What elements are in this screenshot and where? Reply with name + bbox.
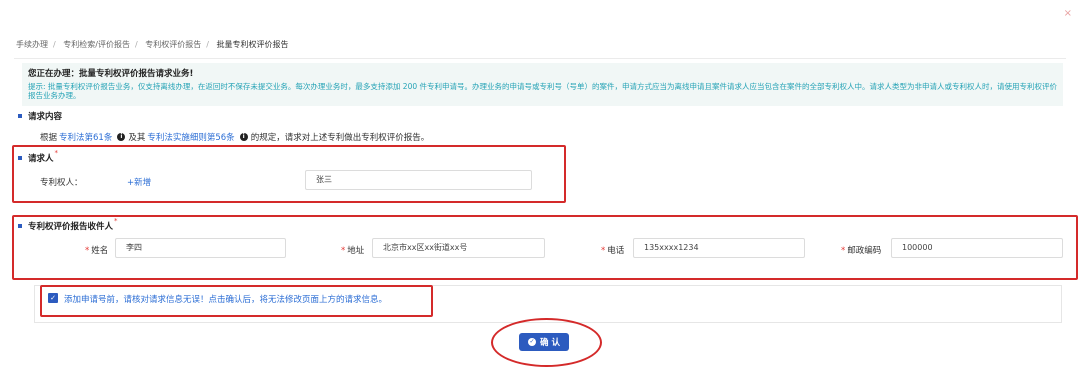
name-field[interactable]: 李四: [115, 238, 286, 258]
law-link-61[interactable]: 专利法第61条: [59, 131, 112, 143]
section-title: 请求内容: [28, 112, 63, 122]
notice-title: 您正在办理：批量专利权评价报告请求业务!: [28, 69, 194, 79]
address-field[interactable]: 北京市xx区xx街道xx号: [372, 238, 545, 258]
phone-field[interactable]: 135xxxx1234: [633, 238, 805, 258]
confirm-checkbox[interactable]: ✓: [48, 293, 58, 303]
law-link-56[interactable]: 专利法实施细则第56条: [147, 131, 234, 143]
breadcrumb-current: 批量专利权评价报告: [216, 40, 289, 49]
postcode-label: * 邮政编码: [841, 246, 882, 256]
section-request-content: 请求内容: [18, 110, 62, 122]
divider: [14, 58, 1066, 59]
add-patentee-button[interactable]: +新增: [127, 176, 151, 188]
law-middle: 及其: [128, 133, 146, 143]
section-marker-icon: [18, 224, 22, 228]
confirm-button[interactable]: ✓ 确 认: [519, 333, 569, 351]
section-title: 请求人: [28, 154, 54, 164]
section-marker-icon: [18, 114, 22, 118]
section-title: 专利权评价报告收件人: [28, 222, 114, 232]
name-label: * 姓名: [85, 246, 109, 256]
section-marker-icon: [18, 156, 22, 160]
postcode-field[interactable]: 100000: [891, 238, 1063, 258]
law-prefix: 根据: [40, 133, 58, 143]
info-icon[interactable]: i: [117, 133, 126, 141]
required-mark: *: [114, 217, 118, 225]
law-suffix: 的规定，请求对上述专利做出专利权评价报告。: [250, 133, 430, 143]
breadcrumb-item[interactable]: 专利检索/评价报告: [63, 40, 130, 49]
patentee-label: 专利权人：: [40, 178, 83, 188]
phone-label: * 电话: [601, 246, 625, 256]
notice-banner: 您正在办理：批量专利权评价报告请求业务! 提示: 批量专利权评价报告业务，仅支持…: [22, 63, 1063, 106]
section-requester: 请求人 *: [18, 149, 59, 164]
notice-text: 提示: 批量专利权评价报告业务，仅支持离线办理，在返回时不保存未提交业务。每次办…: [28, 82, 1057, 100]
patentee-field[interactable]: 张三: [305, 170, 532, 190]
check-circle-icon: ✓: [528, 338, 537, 346]
section-recipient: 专利权评价报告收件人 *: [18, 217, 118, 232]
address-label: * 地址: [341, 246, 365, 256]
breadcrumb: 手续办理 / 专利检索/评价报告 / 专利权评价报告 / 批量专利权评价报告: [16, 40, 289, 49]
breadcrumb-item[interactable]: 手续办理: [16, 40, 48, 49]
required-mark: *: [54, 149, 59, 157]
info-icon[interactable]: i: [239, 133, 248, 141]
confirm-button-label: 确 认: [540, 338, 560, 348]
confirm-text: 添加申请号前，请核对请求信息无误！点击确认后，将无法修改页面上方的请求信息。: [64, 295, 388, 305]
breadcrumb-item[interactable]: 专利权评价报告: [145, 40, 201, 49]
close-icon[interactable]: ×: [1064, 8, 1072, 19]
law-statement: 根据 专利法第61条 i 及其 专利法实施细则第56条 i 的规定，请求对上述专…: [40, 131, 429, 143]
